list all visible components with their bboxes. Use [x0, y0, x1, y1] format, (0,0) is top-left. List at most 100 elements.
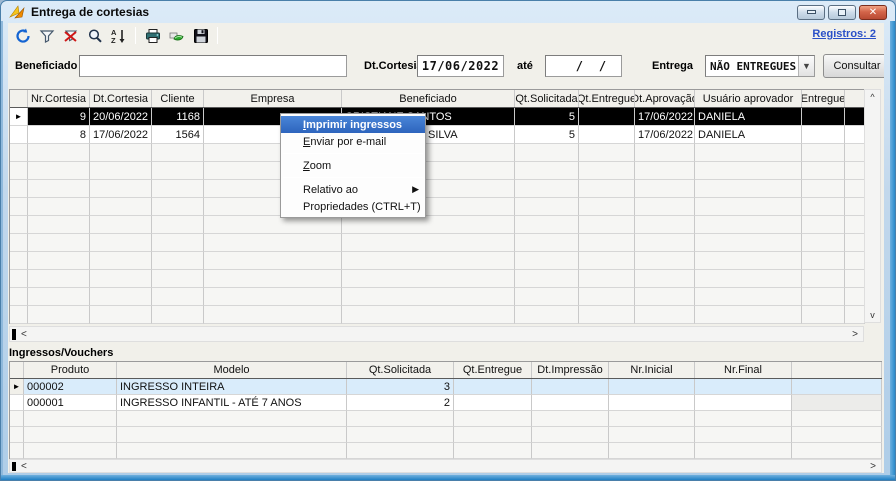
grid-cell [117, 411, 347, 427]
grid-cell [802, 108, 845, 126]
window-border [890, 21, 895, 480]
column-header-modelo[interactable]: Modelo [117, 362, 347, 378]
column-header-nr-final[interactable]: Nr.Final [695, 362, 792, 378]
scroll-down-icon[interactable]: v [870, 308, 875, 322]
grid-cell [342, 216, 515, 234]
table-row[interactable]: 8 17/06/2022 1564 SILVA 5 17/06/2022 DAN… [10, 126, 865, 144]
column-header-entregue[interactable]: Entregue [802, 90, 845, 107]
menu-item-accel: Z [303, 160, 310, 172]
grid-cell [28, 144, 90, 162]
close-button[interactable]: ✕ [859, 5, 887, 20]
grid-cell [152, 144, 204, 162]
scroll-left-icon[interactable]: < [16, 461, 32, 472]
grid-cell [10, 427, 24, 443]
vouchers-horizontal-scrollbar[interactable]: < > [9, 459, 882, 473]
column-header-qt-solicitada[interactable]: Qt.Solicitada [515, 90, 579, 107]
chevron-down-icon[interactable]: ▼ [798, 56, 814, 76]
grid-cell [152, 306, 204, 324]
sort-button[interactable]: A Z [108, 25, 129, 46]
menu-item-zoom[interactable]: Zoom [281, 157, 425, 174]
column-header-nr-inicial[interactable]: Nr.Inicial [609, 362, 695, 378]
cortesias-grid: Nr.Cortesia Dt.Cortesia Cliente Empresa … [9, 89, 865, 324]
grid-cell [10, 126, 28, 144]
search-button[interactable] [84, 25, 105, 46]
toolbar-separator [135, 27, 136, 44]
grid-cell [792, 395, 882, 411]
minimize-button[interactable] [797, 5, 825, 20]
beneficiado-input[interactable] [79, 55, 347, 77]
app-window: Entrega de cortesias ✕ [0, 0, 896, 481]
grid-cell [609, 427, 695, 443]
scroll-right-icon[interactable]: > [847, 329, 863, 340]
menu-item-enviar-email[interactable]: Enviar por e-mail [281, 133, 425, 150]
grid-cell [695, 270, 802, 288]
grid-cell [609, 411, 695, 427]
column-header-dt-aprovacao[interactable]: Dt.Aprovação [635, 90, 695, 107]
column-header-nr-cortesia[interactable]: Nr.Cortesia [28, 90, 90, 107]
grid-cell [695, 216, 802, 234]
grid-cell [532, 411, 609, 427]
grid-cell [152, 180, 204, 198]
filter-button[interactable] [36, 25, 57, 46]
table-row-selected[interactable]: ► 9 20/06/2022 1168 CRISTIANE SANTOS 5 1… [10, 108, 865, 126]
grid-cell [792, 379, 882, 395]
dt-cortesia-input[interactable]: 17/06/2022 [417, 55, 504, 77]
grid-cell: 8 [28, 126, 90, 144]
grid-cell [515, 216, 579, 234]
scroll-left-icon[interactable]: < [16, 329, 32, 340]
column-header-qt-solicitada[interactable]: Qt.Solicitada [347, 362, 454, 378]
horizontal-scrollbar[interactable]: < > [9, 326, 864, 342]
save-button[interactable] [190, 25, 211, 46]
grid-cell [90, 144, 152, 162]
menu-item-label: Propriedades (CTRL+T) [303, 201, 421, 213]
column-header-usuario-aprovador[interactable]: Usuário aprovador [695, 90, 802, 107]
column-header-empresa[interactable]: Empresa [204, 90, 342, 107]
empty-row [10, 180, 865, 198]
send-email-icon [169, 28, 185, 44]
consultar-button[interactable]: Consultar [823, 54, 884, 78]
vertical-scrollbar[interactable]: ^ v [864, 89, 881, 323]
menu-item-imprimir-ingressos[interactable]: Imprimir ingressos [281, 116, 425, 133]
grid-cell [10, 252, 28, 270]
column-header-qt-entregue[interactable]: Qt.Entregue [579, 90, 635, 107]
grid-cell [635, 252, 695, 270]
column-header-cliente[interactable]: Cliente [152, 90, 204, 107]
refresh-button[interactable] [12, 25, 33, 46]
grid-cell [579, 234, 635, 252]
grid-cell [515, 144, 579, 162]
grid-cell [117, 443, 347, 459]
menu-item-relativo-ao[interactable]: Relativo ao ▶ [281, 181, 425, 198]
clear-filter-button[interactable] [60, 25, 81, 46]
grid-cell [152, 270, 204, 288]
column-header-qt-entregue[interactable]: Qt.Entregue [454, 362, 532, 378]
grid-cell: 000002 [24, 379, 117, 395]
entrega-select[interactable]: NÃO ENTREGUES ▼ [705, 55, 815, 77]
grid-cell [204, 216, 342, 234]
empty-row [10, 427, 882, 443]
ate-date-input[interactable]: / / [545, 55, 622, 77]
scroll-right-icon[interactable]: > [865, 461, 881, 472]
grid-cell [695, 180, 802, 198]
menu-item-propriedades[interactable]: Propriedades (CTRL+T) [281, 198, 425, 215]
empty-rows-area [10, 411, 882, 459]
column-header-beneficiado[interactable]: Beneficiado [342, 90, 515, 107]
grid-cell: INGRESSO INTEIRA [117, 379, 347, 395]
grid-cell [204, 288, 342, 306]
grid-cell [532, 427, 609, 443]
grid-cell [454, 395, 532, 411]
menu-item-label: nviar por e-mail [310, 136, 386, 148]
grid-cell [90, 162, 152, 180]
registros-link[interactable]: Registros: 2 [812, 28, 876, 40]
grid-cell [28, 234, 90, 252]
voucher-row[interactable]: 000001 INGRESSO INFANTIL - ATÉ 7 ANOS 2 [10, 395, 882, 411]
voucher-row-selected[interactable]: ► 000002 INGRESSO INTEIRA 3 [10, 379, 882, 395]
print-button[interactable] [142, 25, 163, 46]
send-email-button[interactable] [166, 25, 187, 46]
grid-cell [802, 126, 845, 144]
column-header-dt-cortesia[interactable]: Dt.Cortesia [90, 90, 152, 107]
maximize-button[interactable] [828, 5, 856, 20]
grid-cell [10, 162, 28, 180]
column-header-produto[interactable]: Produto [24, 362, 117, 378]
scroll-up-icon[interactable]: ^ [870, 90, 874, 104]
column-header-dt-impressao[interactable]: Dt.Impressão [532, 362, 609, 378]
